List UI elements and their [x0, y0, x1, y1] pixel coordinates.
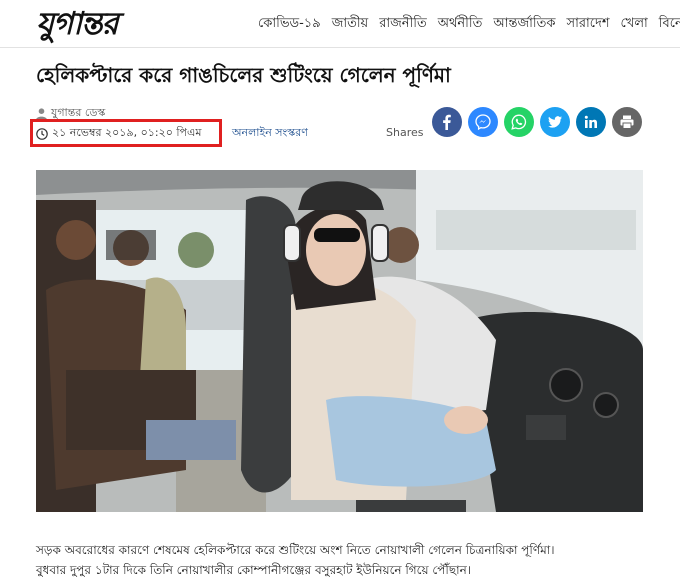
- site-header: যুগান্তর কোভিড-১৯ জাতীয় রাজনীতি অর্থনীত…: [0, 0, 680, 48]
- whatsapp-icon: [511, 114, 527, 130]
- nav-item-economy[interactable]: অর্থনীতি: [438, 15, 483, 33]
- shares-label: Shares: [386, 126, 424, 139]
- article-paragraph: বুধবার দুপুর ১টার দিকে তিনি নোয়াখালীর ক…: [36, 563, 472, 577]
- messenger-share-button[interactable]: [468, 107, 498, 137]
- facebook-icon: [443, 114, 451, 130]
- site-logo[interactable]: যুগান্তর: [36, 6, 119, 42]
- article-headline: হেলিকপ্টারে করে গাঙচিলের শুটিংয়ে গেলেন …: [36, 63, 451, 87]
- edition-link[interactable]: অনলাইন সংস্করণ: [232, 124, 308, 143]
- clock-icon: [36, 127, 48, 140]
- linkedin-share-button[interactable]: [576, 107, 606, 137]
- facebook-share-button[interactable]: [432, 107, 462, 137]
- publish-date: ২১ নভেম্বর ২০১৯, ০১:২০ পিএম: [36, 124, 201, 143]
- linkedin-icon: [584, 115, 597, 128]
- publish-date-text: ২১ নভেম্বর ২০১৯, ০১:২০ পিএম: [52, 126, 202, 139]
- nav-item-national[interactable]: জাতীয়: [332, 15, 369, 33]
- article-photo: [36, 170, 643, 512]
- nav-item-covid[interactable]: কোভিড-১৯: [258, 15, 321, 33]
- messenger-icon: [475, 114, 491, 130]
- nav-item-country[interactable]: সারাদেশ: [566, 15, 609, 33]
- twitter-icon: [548, 116, 562, 128]
- whatsapp-share-button[interactable]: [504, 107, 534, 137]
- main-nav: কোভিড-১৯ জাতীয় রাজনীতি অর্থনীতি আন্তর্জ…: [258, 15, 680, 33]
- print-icon: [620, 115, 634, 129]
- print-button[interactable]: [612, 107, 642, 137]
- article-body: সড়ক অবরোধের কারণে শেষমেষ হেলিকপ্টারে কর…: [36, 540, 656, 580]
- nav-item-sports[interactable]: খেলা: [621, 15, 648, 33]
- article-paragraph: সড়ক অবরোধের কারণে শেষমেষ হেলিকপ্টারে কর…: [36, 543, 555, 557]
- nav-item-politics[interactable]: রাজনীতি: [379, 15, 427, 33]
- nav-item-international[interactable]: আন্তর্জাতিক: [493, 15, 555, 33]
- twitter-share-button[interactable]: [540, 107, 570, 137]
- nav-item-entertainment[interactable]: বিনোদন: [659, 15, 680, 33]
- helicopter-cockpit-photo: [36, 170, 643, 512]
- user-icon: [36, 107, 47, 120]
